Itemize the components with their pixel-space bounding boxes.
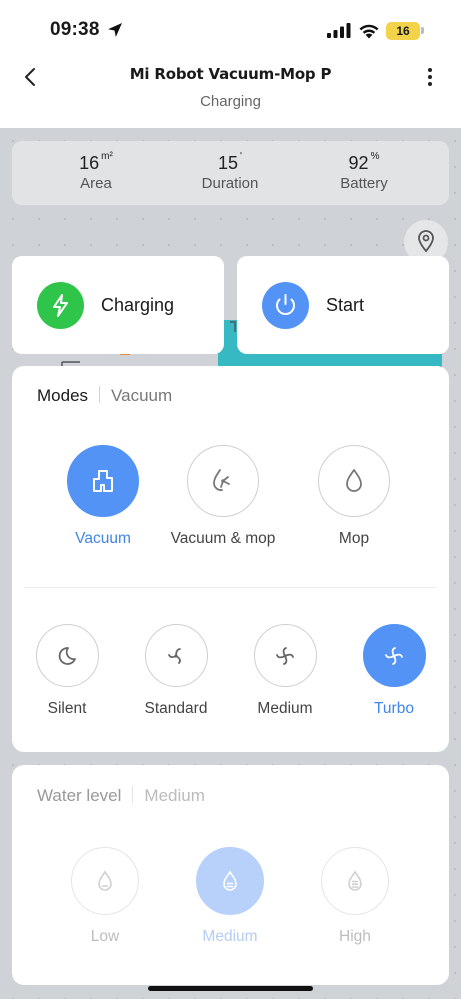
water-medium-label: Medium: [202, 928, 258, 945]
wifi-icon: [359, 24, 379, 39]
suction-turbo-label: Turbo: [374, 700, 414, 717]
start-icon-circle: [262, 282, 309, 329]
area-value: 16: [79, 153, 100, 173]
duration-unit: ': [240, 151, 242, 162]
duration-value: 15: [218, 153, 239, 173]
page-subtitle: Charging: [200, 93, 261, 110]
mode-vacuum-circle: [67, 445, 139, 517]
water-high[interactable]: High: [315, 847, 395, 946]
lightning-icon: [53, 294, 68, 317]
water-header: Water level Medium: [37, 786, 205, 806]
status-bar: 09:38 16: [0, 0, 461, 58]
app-header: Mi Robot Vacuum-Mop P Charging: [0, 58, 461, 128]
fan-icon: [168, 647, 181, 664]
area-unit: m²: [101, 151, 113, 162]
water-high-circle: [321, 847, 389, 915]
mode-mop[interactable]: Mop: [304, 445, 404, 548]
mode-vacuum[interactable]: Vacuum: [53, 445, 153, 548]
water-drop-high-icon: [348, 870, 362, 891]
suction-turbo[interactable]: Turbo: [353, 624, 435, 718]
modes-divider: [24, 587, 437, 588]
suction-medium-label: Medium: [257, 700, 313, 717]
water-drop-low-icon: [98, 870, 112, 891]
charging-icon-circle: [37, 282, 84, 329]
start-button[interactable]: Start: [237, 256, 449, 354]
modes-header: Modes Vacuum: [37, 386, 172, 406]
status-time: 09:38: [50, 19, 100, 40]
mode-mop-label: Mop: [338, 530, 370, 547]
mode-vacuum-mop-circle: [187, 445, 259, 517]
modes-current: Vacuum: [111, 386, 173, 405]
vacuum-mop-icon: [213, 469, 230, 491]
suction-silent-circle: [35, 624, 99, 687]
page-title: Mi Robot Vacuum-Mop P: [129, 65, 332, 83]
power-icon: [276, 294, 295, 315]
mode-mop-circle: [318, 445, 390, 517]
water-title: Water level: [37, 786, 122, 805]
water-medium-circle: [196, 847, 264, 915]
mode-vacuum-mop[interactable]: Vacuum & mop: [163, 445, 283, 548]
home-indicator[interactable]: [148, 986, 313, 991]
suction-silent[interactable]: Silent: [26, 624, 108, 718]
location-arrow-icon: [108, 23, 122, 37]
battery-indicator: 16: [386, 22, 420, 40]
duration-label: Duration: [201, 175, 259, 192]
stat-area: 16 m² Area: [36, 151, 156, 192]
cellular-signal-icon: [327, 23, 351, 38]
modes-card: Modes Vacuum Vacuum Vacuum & mop Mop Sil…: [12, 366, 449, 752]
suction-standard-label: Standard: [144, 700, 208, 717]
area-label: Area: [80, 175, 112, 192]
start-label: Start: [326, 295, 365, 315]
stat-duration: 15 ' Duration: [170, 151, 290, 192]
fan-icon: [276, 646, 294, 665]
water-medium[interactable]: Medium: [190, 847, 270, 946]
more-options-icon[interactable]: [420, 64, 440, 90]
water-level-card: Water level Medium Low Medium High: [12, 765, 449, 985]
water-high-label: High: [339, 928, 371, 945]
suction-medium[interactable]: Medium: [244, 624, 326, 718]
suction-medium-circle: [253, 624, 317, 687]
suction-turbo-circle: [362, 624, 426, 687]
fan-icon: [385, 646, 403, 665]
moon-icon: [58, 646, 76, 665]
mode-vacuum-mop-label: Vacuum & mop: [170, 530, 276, 547]
water-drop-icon: [346, 469, 362, 492]
suction-standard-circle: [144, 624, 208, 687]
stats-card: 16 m² Area 15 ' Duration 92% Battery: [12, 141, 449, 205]
water-low-circle: [71, 847, 139, 915]
charging-label: Charging: [101, 295, 175, 315]
suction-standard[interactable]: Standard: [135, 624, 217, 718]
charging-button[interactable]: Charging: [12, 256, 224, 354]
battery-value: 92: [348, 153, 369, 173]
water-low-label: Low: [90, 928, 120, 945]
battery-label: Battery: [340, 175, 388, 192]
battery-tip: [421, 27, 424, 34]
water-drop-medium-icon: [223, 870, 237, 891]
mode-vacuum-label: Vacuum: [75, 530, 131, 547]
vacuum-icon: [93, 470, 113, 492]
modes-title: Modes: [37, 386, 89, 405]
stat-battery: 92% Battery: [304, 151, 424, 192]
suction-silent-label: Silent: [47, 700, 87, 717]
battery-unit: %: [370, 151, 380, 162]
water-low[interactable]: Low: [65, 847, 145, 946]
water-current: Medium: [144, 786, 205, 805]
